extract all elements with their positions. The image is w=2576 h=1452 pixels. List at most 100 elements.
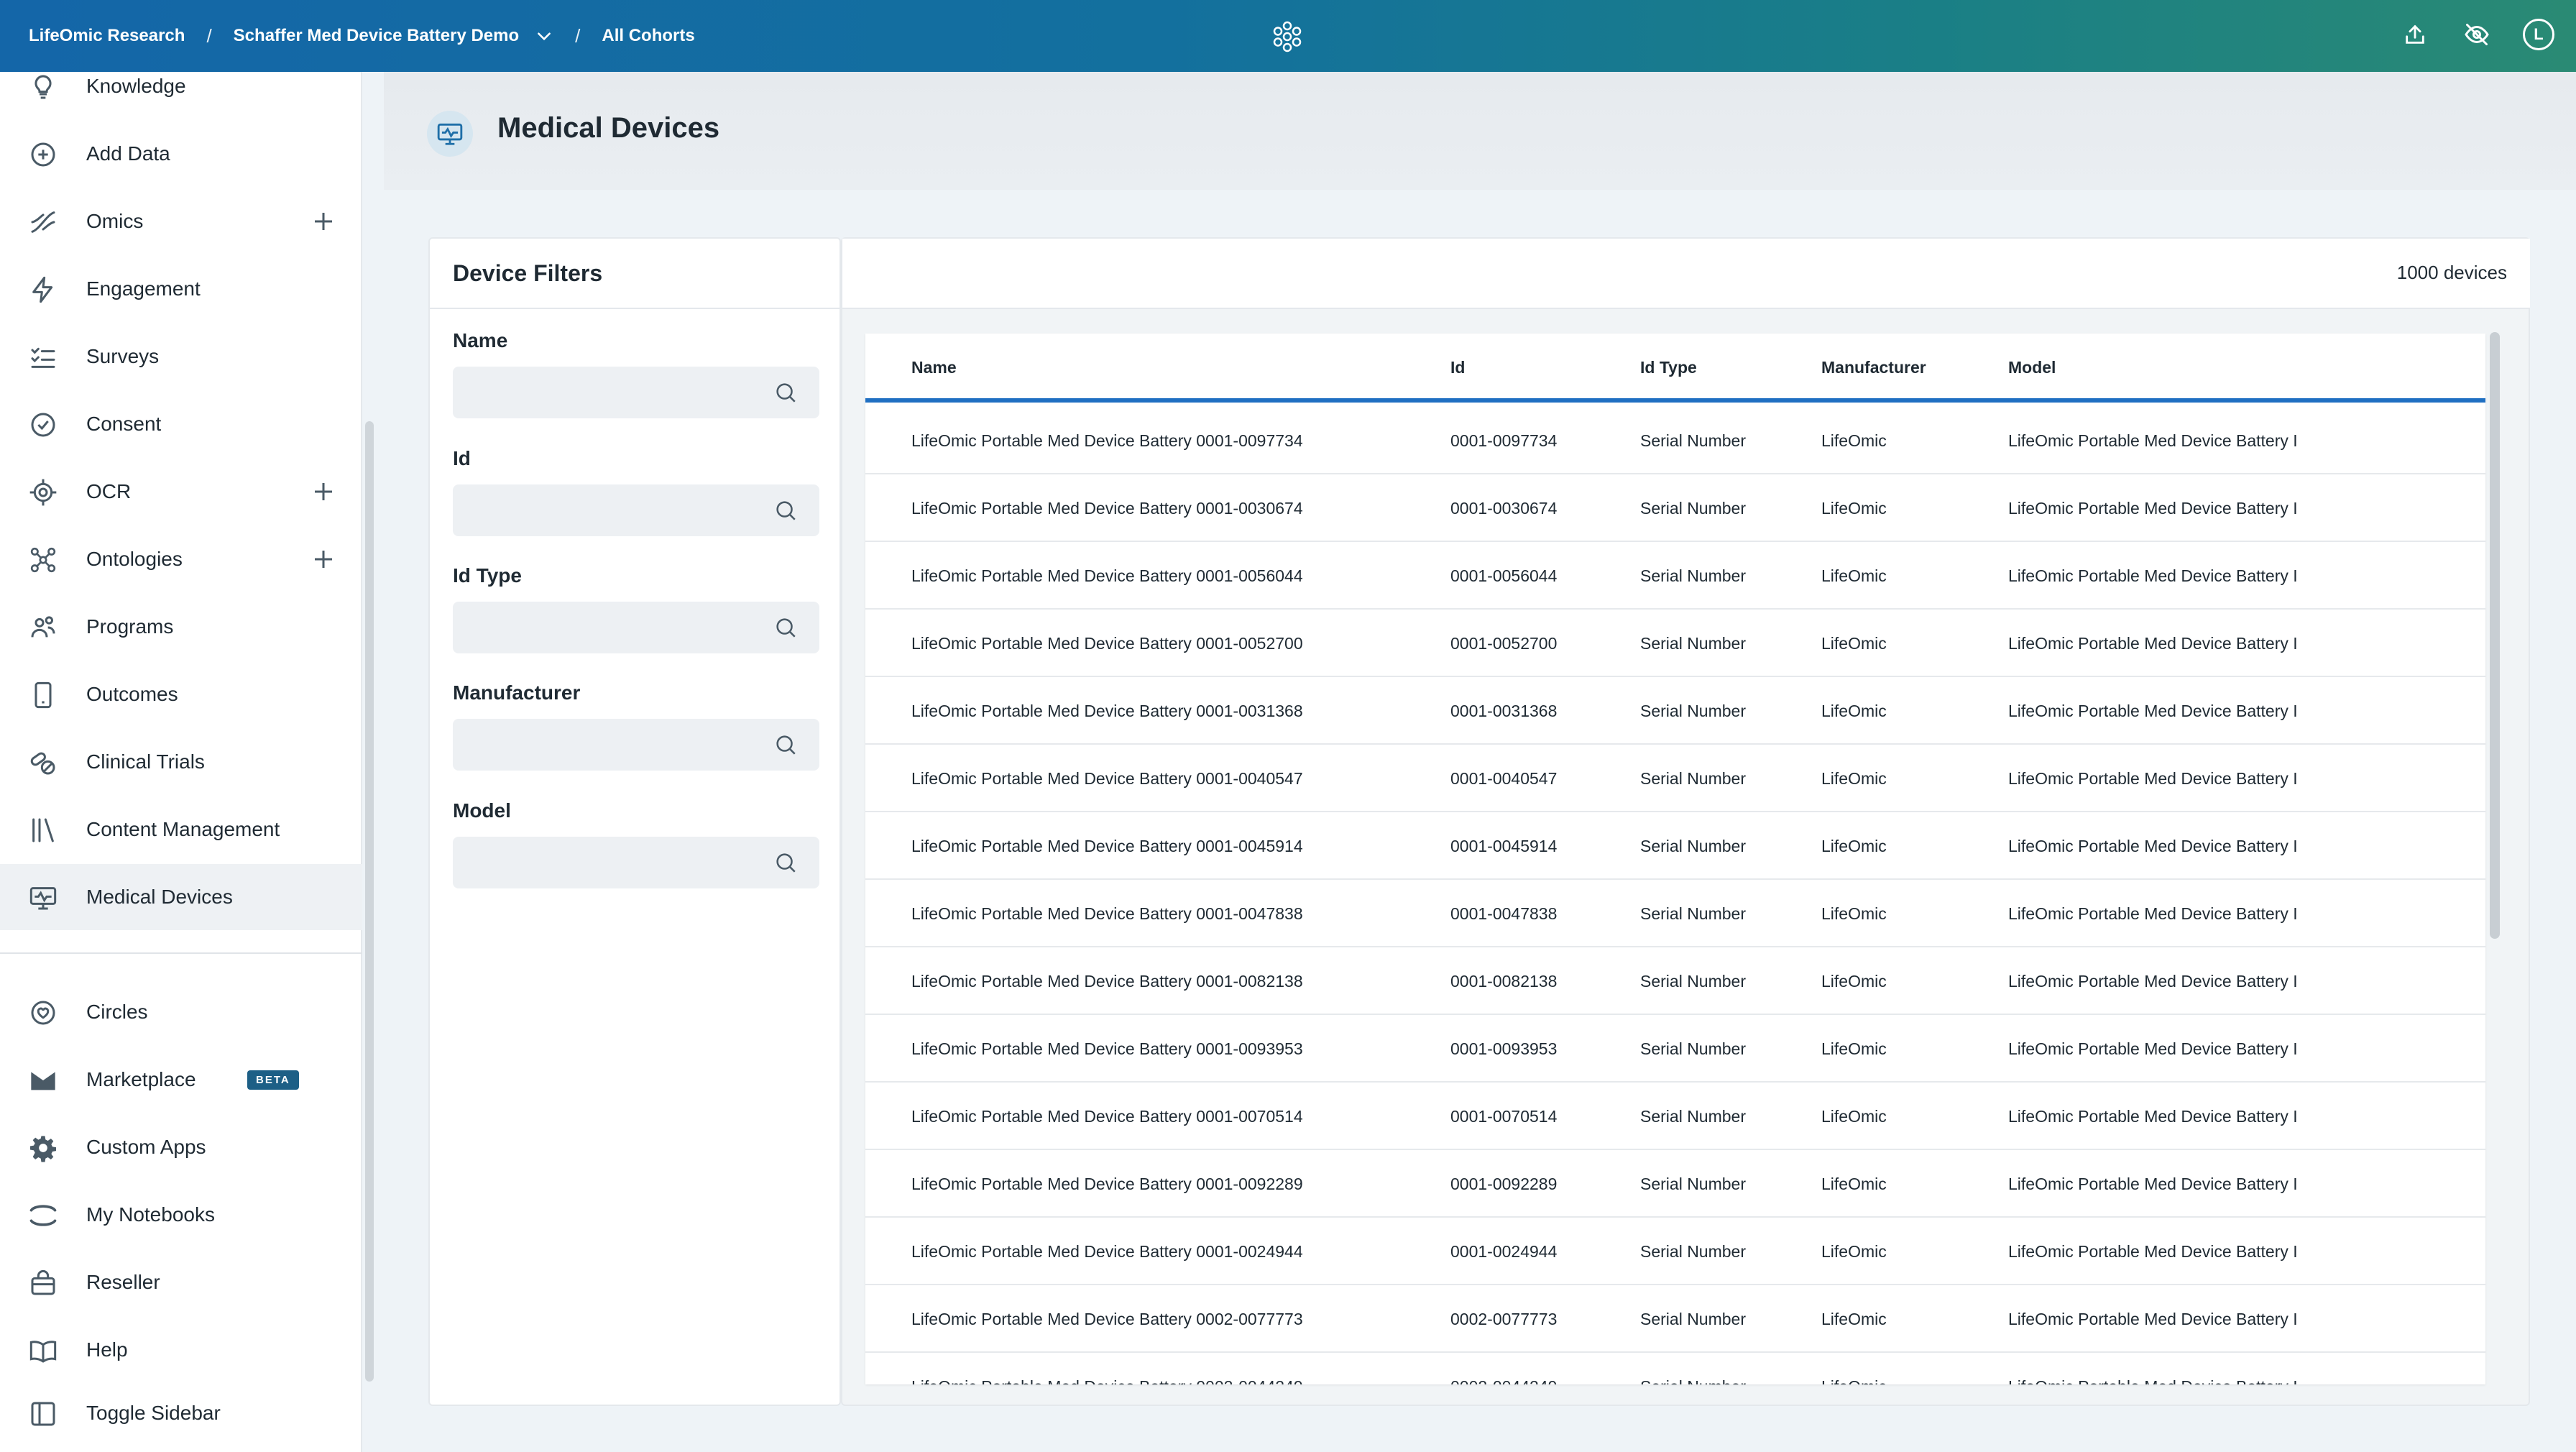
sidebar-item-clinical-trials[interactable]: Clinical Trials: [0, 729, 362, 795]
expand-plus-icon[interactable]: [310, 208, 336, 234]
search-icon[interactable]: [773, 380, 798, 405]
cell-name: LifeOmic Portable Med Device Battery 000…: [911, 769, 1303, 788]
table-row[interactable]: LifeOmic Portable Med Device Battery 000…: [865, 1353, 2485, 1384]
cell-name: LifeOmic Portable Med Device Battery 000…: [911, 634, 1303, 653]
search-icon[interactable]: [773, 732, 798, 757]
table-row[interactable]: LifeOmic Portable Med Device Battery 000…: [865, 542, 2485, 610]
cell-id: 0001-0056044: [1450, 566, 1558, 585]
column-header-id-type[interactable]: Id Type: [1640, 358, 1697, 377]
table-scrollbar[interactable]: [2490, 332, 2500, 939]
table-row[interactable]: LifeOmic Portable Med Device Battery 000…: [865, 1218, 2485, 1285]
cell-manufacturer: LifeOmic: [1821, 702, 1887, 720]
top-actions: L: [2399, 19, 2554, 50]
table-row[interactable]: LifeOmic Portable Med Device Battery 000…: [865, 947, 2485, 1015]
table-row[interactable]: LifeOmic Portable Med Device Battery 000…: [865, 474, 2485, 542]
breadcrumb-cohort[interactable]: All Cohorts: [602, 26, 694, 46]
id-filter-input[interactable]: [453, 484, 819, 536]
sidebar-item-label: OCR: [86, 480, 132, 502]
table-row[interactable]: LifeOmic Portable Med Device Battery 000…: [865, 1285, 2485, 1353]
cell-id: 0001-0031368: [1450, 702, 1558, 720]
sidebar-item-surveys[interactable]: Surveys: [0, 323, 362, 390]
model-filter-input[interactable]: [453, 837, 819, 888]
sidebar-item-marketplace[interactable]: Marketplace BETA: [0, 1047, 362, 1113]
sidebar-item-engagement[interactable]: Engagement: [0, 256, 362, 322]
table-row[interactable]: LifeOmic Portable Med Device Battery 000…: [865, 745, 2485, 812]
cell-id: 0001-0097734: [1450, 431, 1558, 450]
cell-manufacturer: LifeOmic: [1821, 1175, 1887, 1193]
sidebar-item-toggle-sidebar[interactable]: Toggle Sidebar: [0, 1380, 362, 1446]
cell-id-type: Serial Number: [1640, 1310, 1746, 1328]
share-icon[interactable]: [2399, 19, 2431, 50]
column-header-manufacturer[interactable]: Manufacturer: [1821, 358, 1926, 377]
column-header-model[interactable]: Model: [2008, 358, 2056, 377]
table-row[interactable]: LifeOmic Portable Med Device Battery 000…: [865, 1015, 2485, 1083]
column-header-id[interactable]: Id: [1450, 358, 1465, 377]
sidebar-item-ocr[interactable]: OCR: [0, 459, 362, 525]
id-type-filter-input[interactable]: [453, 602, 819, 653]
breadcrumb-project[interactable]: Schaffer Med Device Battery Demo: [234, 26, 519, 46]
filter-label-model: Model: [453, 799, 511, 822]
expand-plus-icon[interactable]: [310, 479, 336, 505]
table-row[interactable]: LifeOmic Portable Med Device Battery 000…: [865, 1083, 2485, 1150]
table-row[interactable]: LifeOmic Portable Med Device Battery 000…: [865, 610, 2485, 677]
sidebar-item-content-management[interactable]: Content Management: [0, 796, 362, 863]
sidebar-item-circles[interactable]: Circles: [0, 979, 362, 1045]
cell-id-type: Serial Number: [1640, 1039, 1746, 1058]
sidebar-item-knowledge[interactable]: Knowledge: [0, 53, 362, 119]
sidebar: Knowledge Add Data Omics Engagement Surv…: [0, 72, 362, 1452]
table-row[interactable]: LifeOmic Portable Med Device Battery 000…: [865, 677, 2485, 745]
cell-id-type: Serial Number: [1640, 972, 1746, 991]
chevron-down-icon[interactable]: [535, 27, 553, 45]
pills-icon: [27, 747, 59, 778]
eye-off-icon[interactable]: [2461, 19, 2493, 50]
search-icon[interactable]: [773, 615, 798, 640]
breadcrumb-org[interactable]: LifeOmic Research: [29, 26, 185, 46]
manufacturer-filter-input[interactable]: [453, 719, 819, 771]
cell-id: 0001-0070514: [1450, 1107, 1558, 1126]
cell-id-type: Serial Number: [1640, 769, 1746, 788]
table-row[interactable]: LifeOmic Portable Med Device Battery 000…: [865, 407, 2485, 474]
search-icon[interactable]: [773, 498, 798, 523]
sidebar-item-medical-devices[interactable]: Medical Devices: [0, 864, 362, 930]
filter-label-id-type: Id Type: [453, 564, 522, 587]
cell-manufacturer: LifeOmic: [1821, 1242, 1887, 1261]
cell-name: LifeOmic Portable Med Device Battery 000…: [911, 1377, 1303, 1384]
sidebar-item-label: Consent: [86, 413, 162, 435]
cell-model: LifeOmic Portable Med Device Battery I: [2008, 1242, 2298, 1261]
expand-plus-icon[interactable]: [310, 546, 336, 572]
cell-name: LifeOmic Portable Med Device Battery 000…: [911, 431, 1303, 450]
sidebar-item-add-data[interactable]: Add Data: [0, 121, 362, 187]
sidebar-item-help[interactable]: Help: [0, 1317, 362, 1383]
table-row[interactable]: LifeOmic Portable Med Device Battery 000…: [865, 812, 2485, 880]
avatar[interactable]: L: [2523, 19, 2554, 50]
lifeomic-logo-icon[interactable]: [1269, 19, 1305, 55]
sidebar-item-ontologies[interactable]: Ontologies: [0, 526, 362, 592]
name-filter-input[interactable]: [453, 367, 819, 418]
sidebar-item-my-notebooks[interactable]: My Notebooks: [0, 1182, 362, 1248]
sidebar-item-outcomes[interactable]: Outcomes: [0, 661, 362, 727]
cell-id-type: Serial Number: [1640, 1175, 1746, 1193]
cell-manufacturer: LifeOmic: [1821, 431, 1887, 450]
table-row[interactable]: LifeOmic Portable Med Device Battery 000…: [865, 880, 2485, 947]
cell-manufacturer: LifeOmic: [1821, 1107, 1887, 1126]
sidebar-item-label: Help: [86, 1338, 128, 1361]
search-icon[interactable]: [773, 850, 798, 875]
cell-id: 0002-0077773: [1450, 1310, 1558, 1328]
sidebar-scrollbar[interactable]: [365, 421, 374, 1382]
cell-manufacturer: LifeOmic: [1821, 566, 1887, 585]
sidebar-item-label: Engagement: [86, 277, 201, 300]
dna-icon: [27, 206, 59, 238]
cell-name: LifeOmic Portable Med Device Battery 000…: [911, 904, 1303, 923]
table-row[interactable]: LifeOmic Portable Med Device Battery 000…: [865, 1150, 2485, 1218]
filter-label-manufacturer: Manufacturer: [453, 681, 581, 704]
sidebar-item-omics[interactable]: Omics: [0, 188, 362, 254]
cell-id: 0001-0092289: [1450, 1175, 1558, 1193]
check-circle-icon: [27, 409, 59, 441]
column-header-name[interactable]: Name: [911, 358, 957, 377]
sidebar-item-reseller[interactable]: Reseller: [0, 1249, 362, 1315]
sidebar-divider: [0, 952, 362, 954]
sidebar-item-consent[interactable]: Consent: [0, 391, 362, 457]
sidebar-item-custom-apps[interactable]: Custom Apps: [0, 1114, 362, 1180]
sidebar-item-programs[interactable]: Programs: [0, 594, 362, 660]
cell-name: LifeOmic Portable Med Device Battery 000…: [911, 1107, 1303, 1126]
